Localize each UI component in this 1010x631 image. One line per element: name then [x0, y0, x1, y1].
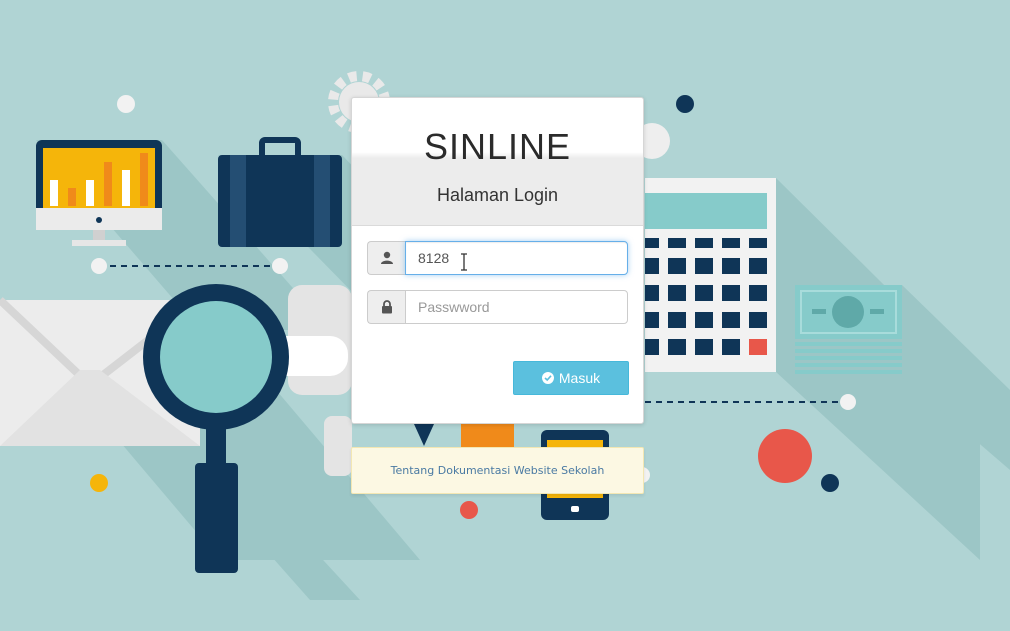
login-button-label: Masuk: [558, 370, 601, 386]
documentation-link[interactable]: Tentang Dokumentasi Website Sekolah: [391, 464, 605, 477]
app-title: SINLINE: [423, 126, 572, 167]
username-input[interactable]: [405, 241, 628, 275]
password-input[interactable]: [405, 290, 628, 324]
login-panel: SINLINE Halaman Login Masuk: [351, 97, 644, 424]
calculator-illustration: [645, 178, 776, 372]
password-group: [367, 290, 628, 324]
check-circle-icon: [541, 372, 554, 384]
briefcase-illustration: [218, 137, 342, 247]
login-subtitle: Halaman Login: [436, 185, 559, 205]
lock-icon: [367, 290, 405, 324]
username-group: [367, 241, 628, 275]
user-icon: [367, 241, 405, 275]
login-button[interactable]: Masuk: [513, 361, 629, 395]
info-box: Tentang Dokumentasi Website Sekolah: [351, 447, 644, 494]
text-cursor-icon: [461, 253, 467, 271]
login-header: SINLINE Halaman Login: [352, 98, 643, 226]
